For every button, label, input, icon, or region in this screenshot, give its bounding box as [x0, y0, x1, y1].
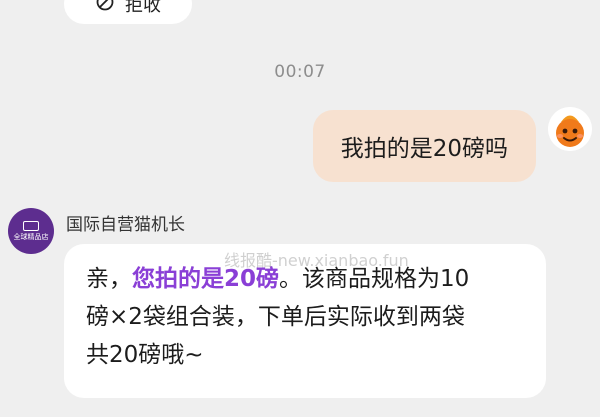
cartoon-avatar-icon	[548, 107, 592, 151]
incoming-message-line-2: 磅×2袋组合装，下单后实际收到两袋	[86, 304, 465, 330]
highlighted-text: 您拍的是20磅	[132, 266, 280, 292]
message-timestamp: 00:07	[274, 62, 326, 82]
outgoing-message-text: 我拍的是20磅吗	[340, 136, 508, 162]
reject-icon	[95, 0, 115, 17]
reject-label: 拒收	[125, 0, 161, 16]
incoming-message-prefix: 亲，	[86, 266, 132, 292]
reject-button[interactable]: 拒收	[64, 0, 192, 24]
outgoing-message-bubble[interactable]: 我拍的是20磅吗	[312, 110, 536, 182]
user-avatar[interactable]	[548, 107, 592, 151]
shop-avatar[interactable]: 全球精品店	[8, 208, 54, 254]
incoming-message-suffix: 。该商品规格为10	[279, 266, 470, 292]
incoming-message-line-1: 亲，您拍的是20磅。该商品规格为10	[86, 260, 524, 298]
incoming-message-bubble[interactable]: 亲，您拍的是20磅。该商品规格为10 磅×2袋组合装，下单后实际收到两袋 共20…	[64, 244, 546, 398]
shop-avatar-text: 全球精品店	[13, 233, 49, 241]
shop-logo-icon	[23, 221, 39, 231]
incoming-message-line-3: 共20磅哦~	[86, 342, 204, 368]
shop-name: 国际自营猫机长	[66, 215, 185, 235]
